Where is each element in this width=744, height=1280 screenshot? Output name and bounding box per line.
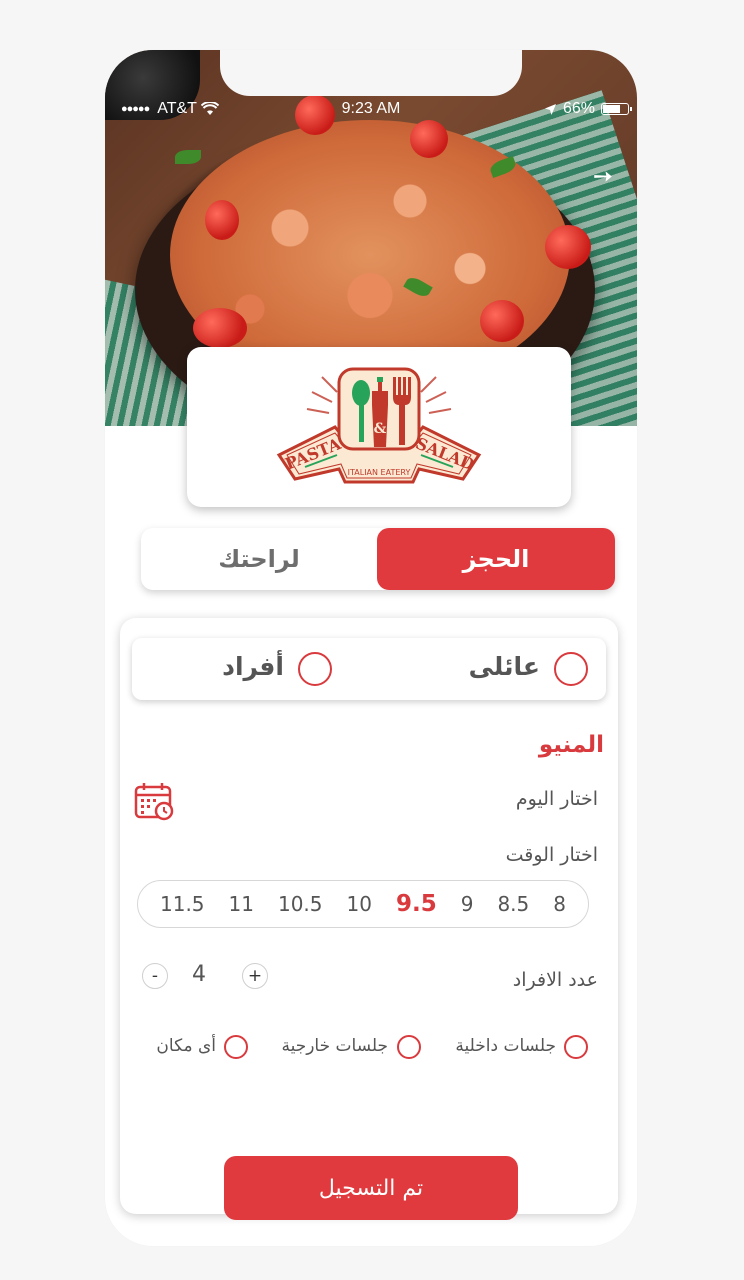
time-option[interactable]: 10.5 — [278, 892, 323, 916]
label-anywhere: أى مكان — [156, 1036, 216, 1056]
arrow-right-icon[interactable]: ➙ — [593, 162, 613, 190]
logo-subtitle: ITALIAN EATERY — [348, 468, 411, 477]
restaurant-logo: & PASTA SALAD ITALIAN EATERY — [276, 367, 482, 484]
radio-outdoor[interactable] — [397, 1035, 421, 1059]
time-option[interactable]: 10 — [347, 892, 372, 916]
battery-percent: 66% — [562, 100, 595, 117]
time-option[interactable]: 8.5 — [497, 892, 529, 916]
logo-ampersand: & — [374, 421, 387, 437]
time-option-selected[interactable]: 9.5 — [396, 891, 437, 917]
radio-individuals[interactable] — [298, 652, 332, 686]
tab-convenience[interactable]: لراحتك — [141, 528, 377, 590]
time-option[interactable]: 8 — [553, 892, 566, 916]
tomato-decor — [205, 200, 239, 240]
time-option[interactable]: 11 — [229, 892, 254, 916]
label-individuals: أفراد — [222, 652, 284, 681]
choose-day-label: اختار اليوم — [515, 788, 598, 810]
radio-family[interactable] — [554, 652, 588, 686]
time-option[interactable]: 11.5 — [160, 892, 205, 916]
phone-frame: ➙ ●●●●● AT&T 9:23 AM 66% & PASTA SALAD I… — [105, 50, 637, 1246]
tomato-decor — [545, 225, 591, 269]
people-count: 4 — [192, 962, 206, 987]
section-title: المنيو — [538, 732, 604, 758]
radio-indoor[interactable] — [564, 1035, 588, 1059]
people-count-label: عدد الافراد — [512, 969, 598, 991]
time-option[interactable]: 9 — [461, 892, 474, 916]
tab-booking[interactable]: الحجز — [377, 528, 615, 590]
submit-button[interactable]: تم التسجيل — [224, 1156, 518, 1220]
restaurant-logo-card: & PASTA SALAD ITALIAN EATERY — [187, 347, 571, 507]
herb-decor — [175, 150, 201, 164]
radio-anywhere[interactable] — [224, 1035, 248, 1059]
booking-type-selector: عائلى أفراد — [132, 638, 606, 700]
label-indoor: جلسات داخلية — [455, 1036, 556, 1056]
phone-notch — [220, 50, 522, 96]
booking-form: عائلى أفراد المنيو اختار اليوم اختار الو… — [120, 618, 618, 1220]
label-family: عائلى — [468, 652, 540, 681]
decrement-button[interactable]: - — [142, 963, 168, 989]
time-picker: 8 8.5 9 9.5 10 10.5 11 11.5 — [137, 880, 589, 928]
location-arrow-icon — [544, 103, 556, 115]
tomato-decor — [410, 120, 448, 158]
calendar-clock-icon[interactable] — [134, 782, 176, 822]
mode-tabs: الحجز لراحتك — [141, 528, 615, 590]
choose-time-label: اختار الوقت — [505, 844, 598, 866]
status-bar: ●●●●● AT&T 9:23 AM 66% — [105, 100, 637, 122]
tomato-decor — [480, 300, 524, 342]
tomato-decor — [193, 308, 247, 348]
battery-icon — [601, 103, 632, 115]
label-outdoor: جلسات خارجية — [281, 1036, 388, 1056]
increment-button[interactable]: + — [242, 963, 268, 989]
